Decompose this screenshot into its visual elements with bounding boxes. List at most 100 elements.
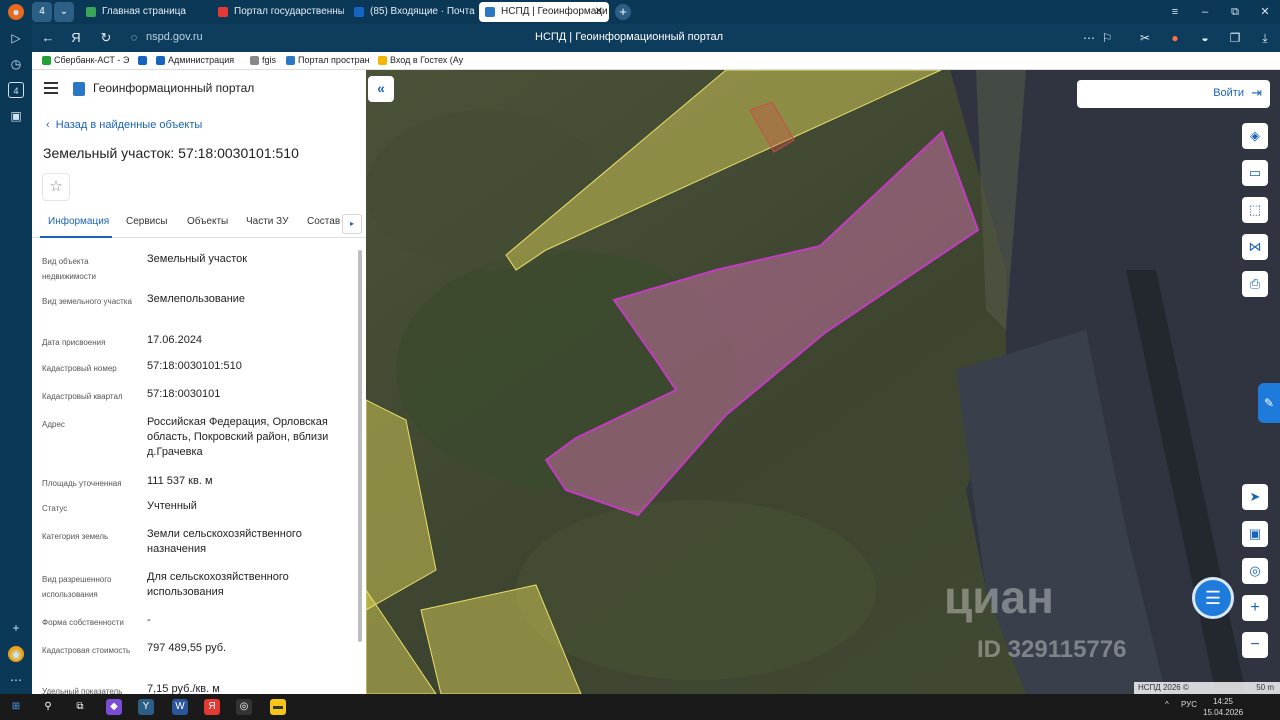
add-panel-icon[interactable]: + [8, 620, 24, 636]
tab-label: Главная страница [102, 6, 186, 17]
browser-logo-icon[interactable]: ● [8, 4, 24, 20]
panel-scrollbar[interactable] [357, 246, 363, 690]
bookmark-favicon-icon [378, 56, 387, 65]
tabs-count-icon[interactable]: 4 [8, 82, 24, 98]
clock[interactable]: 14:25 15.04.2026 [1203, 696, 1243, 718]
site-info-icon[interactable]: ◌ [126, 30, 142, 46]
assistant-icon[interactable]: ◉ [8, 646, 24, 662]
extension-tools-icon[interactable]: ✂ [1137, 30, 1153, 46]
login-button[interactable]: Войти ⇥ [1077, 80, 1270, 108]
extension-hat-icon[interactable]: ◒ [1197, 30, 1213, 46]
restore-icon[interactable]: ⧉ [1220, 0, 1250, 24]
menu-icon[interactable]: ≡ [1160, 0, 1190, 24]
bookmark-icon[interactable]: ⚐ [1099, 30, 1115, 46]
attr-value: 57:18:0030101:510 [147, 360, 242, 372]
tabs-scroll-right-icon[interactable]: ▸ [342, 214, 362, 234]
language-indicator[interactable]: РУС [1181, 700, 1197, 709]
chat-icon[interactable]: ☰ [1192, 577, 1234, 619]
back-arrow-icon[interactable]: ← [40, 30, 56, 46]
tab-services[interactable]: Сервисы [126, 216, 167, 227]
satellite-map[interactable] [366, 70, 1280, 694]
tray-chevron-icon[interactable]: ^ [1165, 700, 1169, 709]
yandex-icon[interactable]: Я [68, 30, 84, 46]
navigate-icon[interactable]: ➤ [1242, 484, 1268, 510]
favorite-star-icon[interactable]: ☆ [42, 173, 70, 201]
app-circle-icon[interactable]: ◎ [236, 699, 252, 715]
select-area-icon[interactable]: ⬚ [1242, 197, 1268, 223]
zoom-out-icon[interactable]: − [1242, 632, 1268, 658]
new-tab-button[interactable]: + [615, 4, 631, 20]
tab-bar: 4 ⌄ Главная страница Портал государствен… [32, 0, 1280, 24]
attr-label: Кадастровая стоимость [42, 646, 131, 655]
attr-label: Кадастровый квартал [42, 392, 123, 401]
bookmark-label: Портал простран [298, 55, 370, 65]
bookmark-item[interactable]: fgis [250, 55, 276, 65]
tab-nspd[interactable]: НСПД | Геоинформаци ✕ [479, 2, 609, 22]
word-icon[interactable]: W [172, 699, 188, 715]
share-icon[interactable]: ⋈ [1242, 234, 1268, 260]
hamburger-menu-icon[interactable] [44, 82, 58, 94]
geolocation-icon[interactable]: ◎ [1242, 558, 1268, 584]
download-icon[interactable]: ⤓ [1257, 30, 1273, 46]
page-title: НСПД | Геоинформационный портал [535, 31, 724, 43]
bookmark-item[interactable]: Сбербанк-АСТ - Э [42, 55, 129, 65]
tab-composition[interactable]: Состав [307, 216, 340, 227]
attr-value: Учтенный [147, 500, 197, 512]
file-explorer-icon[interactable]: ▬ [270, 699, 286, 715]
url-field[interactable]: nspd.gov.ru [146, 31, 203, 43]
task-view-icon[interactable]: ⧉ [72, 699, 88, 715]
close-tab-icon[interactable]: ✕ [595, 2, 603, 22]
scrollbar-thumb[interactable] [358, 250, 362, 642]
print-icon[interactable]: ⎙ [1242, 271, 1268, 297]
bookmark-item[interactable]: Администрация [156, 55, 234, 65]
tab-gosuslugi[interactable]: Портал государственных [212, 2, 344, 22]
attr-value: - [147, 614, 151, 626]
reload-icon[interactable]: ↻ [98, 30, 114, 46]
active-tab-indicator [40, 236, 112, 238]
tab-menu-chevron-icon[interactable]: ⌄ [54, 2, 74, 22]
tab-information[interactable]: Информация [48, 216, 109, 227]
back-to-results-link[interactable]: ‹ Назад в найденные объекты [46, 119, 202, 131]
tab-count-button[interactable]: 4 [32, 2, 52, 22]
history-icon[interactable]: ◷ [8, 56, 24, 72]
bookmark-label: fgis [262, 55, 277, 65]
attr-label: Вид земельного участка [42, 297, 132, 306]
taskbar: ⊞ ⚲ ⧉ ◆ Y W Я ◎ ▬ ^ РУС 14:25 15.04.2026 [0, 694, 1280, 720]
minimize-icon[interactable]: – [1190, 0, 1220, 24]
windows-start-icon[interactable]: ⊞ [8, 699, 24, 715]
login-icon: ⇥ [1251, 85, 1262, 100]
panel-tabs: Информация Сервисы Объекты Части ЗУ Сост… [32, 210, 366, 238]
yandex-icon[interactable]: Я [204, 699, 220, 715]
screenshot-icon[interactable]: ▣ [8, 108, 24, 124]
help-side-button[interactable]: ✎ [1258, 383, 1280, 423]
info-panel: Геоинформационный портал ‹ Назад в найде… [32, 70, 366, 694]
minimap-icon[interactable]: ▣ [1242, 521, 1268, 547]
tab-mail[interactable]: (85) Входящие · Почта M [348, 2, 476, 22]
bookmark-favicon-icon [138, 56, 147, 65]
zoom-in-icon[interactable]: + [1242, 595, 1268, 621]
collapse-panel-button[interactable]: « [368, 76, 394, 102]
attr-value: 17.06.2024 [147, 334, 203, 346]
bookmark-item[interactable]: Вход в Гостех (Ау [378, 55, 463, 65]
more-options-icon[interactable]: ⋯ [1081, 30, 1097, 46]
attr-value: 57:18:0030101 [147, 388, 221, 400]
search-icon[interactable]: ⚲ [40, 699, 56, 715]
ruler-icon[interactable]: ▭ [1242, 160, 1268, 186]
tab-main[interactable]: Главная страница [80, 2, 206, 22]
collections-icon[interactable]: ❐ [1227, 30, 1243, 46]
yandex-browser-icon[interactable]: Y [138, 699, 154, 715]
tab-parts[interactable]: Части ЗУ [246, 216, 288, 227]
bookmark-item[interactable]: Портал простран [286, 55, 370, 65]
more-icon[interactable]: ⋯ [8, 672, 24, 688]
app-icon[interactable]: ◆ [106, 699, 122, 715]
play-icon[interactable]: ▷ [8, 30, 24, 46]
extension-icon[interactable]: ● [1167, 30, 1183, 46]
close-window-icon[interactable]: ✕ [1250, 0, 1280, 24]
attr-label: Удельный показатель [42, 687, 123, 694]
map-view[interactable]: « Войти ⇥ ◈ ▭ ⬚ ⋈ ⎙ ✎ ➤ ▣ ◎ + − ☰ циан I… [366, 70, 1280, 694]
attr-value: 7,15 руб./кв. м [147, 683, 220, 694]
tab-objects[interactable]: Объекты [187, 216, 228, 227]
attr-label: Форма собственности [42, 618, 124, 627]
attr-value: Российская Федерация, Орловская область,… [147, 416, 329, 458]
layers-icon[interactable]: ◈ [1242, 123, 1268, 149]
